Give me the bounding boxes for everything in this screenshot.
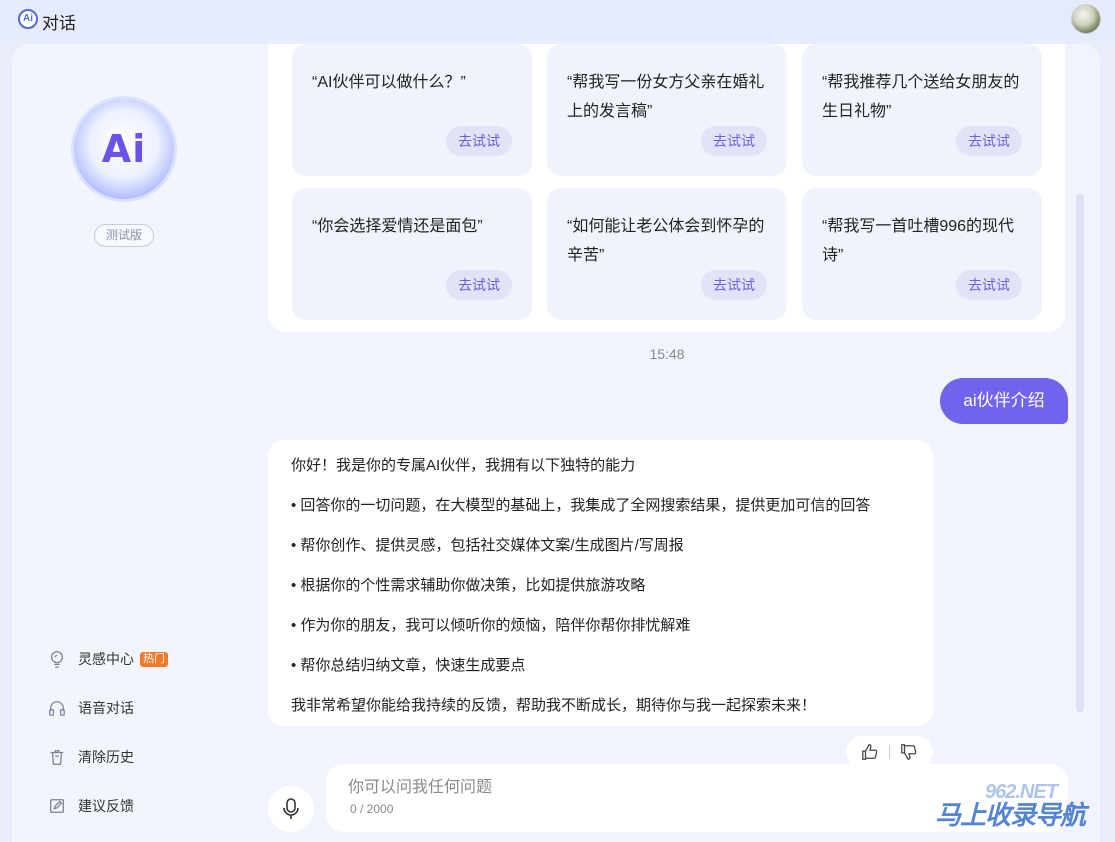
thumbs-down-icon[interactable]	[900, 743, 918, 761]
watermark-text: 马上收录导航	[935, 800, 1086, 830]
prompt-text: “帮我写一份女方父亲在婚礼上的发言稿”	[567, 74, 765, 120]
thumbs-up-icon[interactable]	[861, 743, 879, 761]
main-panel: Ai 测试版 灵感中心 热门 语音对话 清除历史 建议反馈 “AI伙伴可以做什么…	[12, 44, 1100, 842]
sidebar-item-label: 灵感中心	[78, 651, 134, 667]
bot-message-line: • 帮你创作、提供灵感，包括社交媒体文案/生成图片/写周报	[291, 537, 684, 554]
sidebar: Ai 测试版 灵感中心 热门 语音对话 清除历史 建议反馈	[12, 44, 236, 842]
edit-icon	[50, 799, 64, 813]
trash-icon	[50, 750, 64, 765]
ai-logo: Ai	[74, 99, 174, 199]
hot-tag: 热门	[140, 651, 168, 667]
try-button[interactable]: 去试试	[956, 270, 1022, 300]
prompt-text: “你会选择爱情还是面包”	[312, 218, 483, 235]
prompt-text: “如何能让老公体会到怀孕的辛苦”	[567, 218, 765, 264]
prompt-text: “AI伙伴可以做什么？”	[312, 74, 466, 91]
ai-logo-text: Ai	[101, 127, 147, 171]
top-bar: Ai 对话	[0, 0, 1115, 40]
sidebar-item-feedback[interactable]: 建议反馈	[48, 794, 134, 818]
message-timestamp: 15:48	[649, 346, 685, 362]
try-button[interactable]: 去试试	[701, 270, 767, 300]
sidebar-item-inspiration[interactable]: 灵感中心 热门	[48, 647, 168, 671]
watermark-logo: 马上收录导航 962.NET	[935, 781, 1086, 832]
bot-message-line: • 作为你的朋友，我可以倾听你的烦恼，陪伴你帮你排忧解难	[291, 617, 691, 634]
try-button[interactable]: 去试试	[446, 126, 512, 156]
prompt-card[interactable]: “帮我推荐几个送给女朋友的生日礼物” 去试试	[802, 44, 1042, 176]
voice-input-button[interactable]	[268, 786, 314, 832]
user-avatar[interactable]	[1071, 4, 1101, 34]
sidebar-item-clear-history[interactable]: 清除历史	[48, 745, 134, 769]
divider	[889, 745, 890, 759]
page-title: 对话	[42, 14, 76, 33]
prompt-card[interactable]: “AI伙伴可以做什么？” 去试试	[292, 44, 532, 176]
prompt-card[interactable]: “帮我写一首吐槽996的现代诗” 去试试	[802, 188, 1042, 320]
user-message: ai伙伴介绍	[940, 378, 1068, 424]
sidebar-item-label: 建议反馈	[78, 798, 134, 814]
sidebar-item-label: 清除历史	[78, 749, 134, 765]
watermark-subtext: 962.NET	[985, 781, 1058, 803]
bot-message-line: • 回答你的一切问题，在大模型的基础上，我集成了全网搜索结果，提供更加可信的回答	[291, 497, 871, 514]
bot-message-line: 你好！我是你的专属AI伙伴，我拥有以下独特的能力	[291, 457, 636, 474]
headphones-icon	[49, 701, 65, 716]
char-count: 0 / 2000	[350, 802, 394, 816]
prompt-text: “帮我推荐几个送给女朋友的生日礼物”	[822, 74, 1020, 120]
prompt-card[interactable]: “帮我写一份女方父亲在婚礼上的发言稿” 去试试	[547, 44, 787, 176]
try-button[interactable]: 去试试	[446, 270, 512, 300]
bot-message-line: • 根据你的个性需求辅助你做决策，比如提供旅游攻略	[291, 577, 646, 594]
prompt-card[interactable]: “你会选择爱情还是面包” 去试试	[292, 188, 532, 320]
prompt-text: “帮我写一首吐槽996的现代诗”	[822, 218, 1015, 264]
app-logo: Ai	[18, 9, 38, 29]
beta-badge: 测试版	[94, 224, 154, 247]
prompt-card[interactable]: “如何能让老公体会到怀孕的辛苦” 去试试	[547, 188, 787, 320]
try-button[interactable]: 去试试	[701, 126, 767, 156]
bot-message-line: • 帮你总结归纳文章，快速生成要点	[291, 657, 526, 674]
sidebar-item-label: 语音对话	[78, 700, 134, 716]
microphone-icon	[283, 798, 299, 819]
scrollbar[interactable]	[1076, 194, 1084, 712]
sidebar-item-voice-chat[interactable]: 语音对话	[48, 696, 134, 720]
bot-message: 你好！我是你的专属AI伙伴，我拥有以下独特的能力 • 回答你的一切问题，在大模型…	[268, 440, 933, 726]
try-button[interactable]: 去试试	[956, 126, 1022, 156]
chat-input[interactable]	[348, 776, 948, 800]
suggested-prompts: “AI伙伴可以做什么？” 去试试 “帮我写一份女方父亲在婚礼上的发言稿” 去试试…	[268, 44, 1065, 332]
bulb-icon	[50, 651, 64, 668]
bot-message-line: 我非常希望你能给我持续的反馈，帮助我不断成长，期待你与我一起探索未来！	[291, 697, 817, 714]
